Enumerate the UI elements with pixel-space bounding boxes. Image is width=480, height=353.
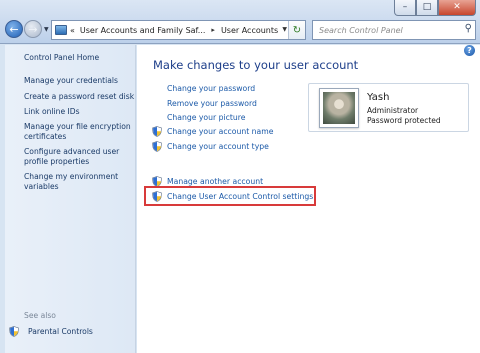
search-icon[interactable]: ⚲: [465, 23, 472, 34]
user-role: Administrator: [367, 106, 419, 115]
maximize-icon: □: [422, 2, 432, 12]
uac-shield-icon: [152, 126, 162, 137]
change-uac-settings-link[interactable]: Change User Account Control settings: [152, 191, 313, 202]
uac-shield-icon: [152, 191, 162, 202]
address-bar[interactable]: « User Accounts and Family Saf... ▸ User…: [51, 20, 306, 40]
breadcrumb-user-accounts[interactable]: User Accounts: [221, 26, 278, 35]
task-label: Change your picture: [167, 113, 246, 122]
search-input[interactable]: Search Control Panel ⚲: [312, 20, 476, 40]
task-label: Remove your password: [167, 99, 257, 108]
change-account-name-link[interactable]: Change your account name: [152, 126, 273, 137]
sidebar-item-password-reset-disk[interactable]: Create a password reset disk: [24, 92, 136, 102]
user-account-card: Yash Administrator Password protected: [308, 83, 469, 132]
search-placeholder: Search Control Panel: [319, 25, 403, 35]
sidebar-item-parental-controls[interactable]: Parental Controls: [9, 326, 93, 337]
close-button[interactable]: ✕: [438, 0, 476, 16]
maximize-button[interactable]: □: [416, 0, 438, 16]
sidebar-item-manage-credentials[interactable]: Manage your credentials: [24, 76, 136, 86]
task-label: Change your password: [167, 84, 256, 93]
uac-shield-icon: [9, 326, 19, 337]
avatar[interactable]: [319, 88, 359, 128]
breadcrumb-separator-icon[interactable]: ▸: [211, 26, 215, 34]
user-password-status: Password protected: [367, 116, 441, 125]
remove-password-link[interactable]: Remove your password: [167, 99, 257, 108]
window-controls: – □ ✕: [394, 0, 476, 16]
sidebar-control-panel-home[interactable]: Control Panel Home: [24, 53, 136, 63]
user-name: Yash: [367, 92, 390, 103]
task-label: Change your account name: [167, 127, 274, 136]
forward-arrow-icon: →: [28, 22, 38, 36]
recent-pages-dropdown-icon[interactable]: ▼: [44, 26, 49, 33]
minimize-icon: –: [402, 2, 408, 12]
title-bar: – □ ✕ ← → ▼ « User Accounts and Family S…: [0, 0, 480, 44]
sidebar: Control Panel Home Manage your credentia…: [5, 45, 136, 353]
avatar-photo: [323, 92, 355, 124]
sidebar-item-link-online-ids[interactable]: Link online IDs: [24, 107, 136, 117]
control-panel-icon: [55, 25, 67, 35]
task-label: Change your account type: [167, 142, 269, 151]
change-password-link[interactable]: Change your password: [167, 84, 255, 93]
task-label: Manage another account: [167, 177, 264, 186]
sidebar-item-environment-variables[interactable]: Change my environment variables: [24, 172, 136, 192]
breadcrumb-user-accounts-and-family-safety[interactable]: User Accounts and Family Saf...: [80, 26, 206, 35]
forward-button[interactable]: →: [24, 20, 42, 38]
task-label: Change User Account Control settings: [167, 192, 314, 201]
page-title: Make changes to your user account: [153, 58, 359, 72]
breadcrumb-overflow[interactable]: «: [70, 26, 75, 35]
change-account-type-link[interactable]: Change your account type: [152, 141, 269, 152]
parental-controls-label: Parental Controls: [28, 327, 93, 336]
refresh-button[interactable]: ↻: [288, 21, 305, 39]
close-icon: ✕: [453, 2, 461, 12]
help-icon[interactable]: ?: [464, 45, 475, 56]
see-also-label: See also: [24, 311, 56, 320]
change-picture-link[interactable]: Change your picture: [167, 113, 245, 122]
main-content: ? Make changes to your user account Chan…: [137, 45, 480, 353]
sidebar-item-advanced-profile-properties[interactable]: Configure advanced user profile properti…: [24, 147, 136, 167]
uac-shield-icon: [152, 141, 162, 152]
minimize-button[interactable]: –: [394, 0, 416, 16]
back-button[interactable]: ←: [5, 20, 23, 38]
address-dropdown-icon[interactable]: ▼: [282, 26, 287, 33]
back-arrow-icon: ←: [9, 22, 19, 36]
sidebar-item-file-encryption-certificates[interactable]: Manage your file encryption certificates: [24, 122, 136, 142]
